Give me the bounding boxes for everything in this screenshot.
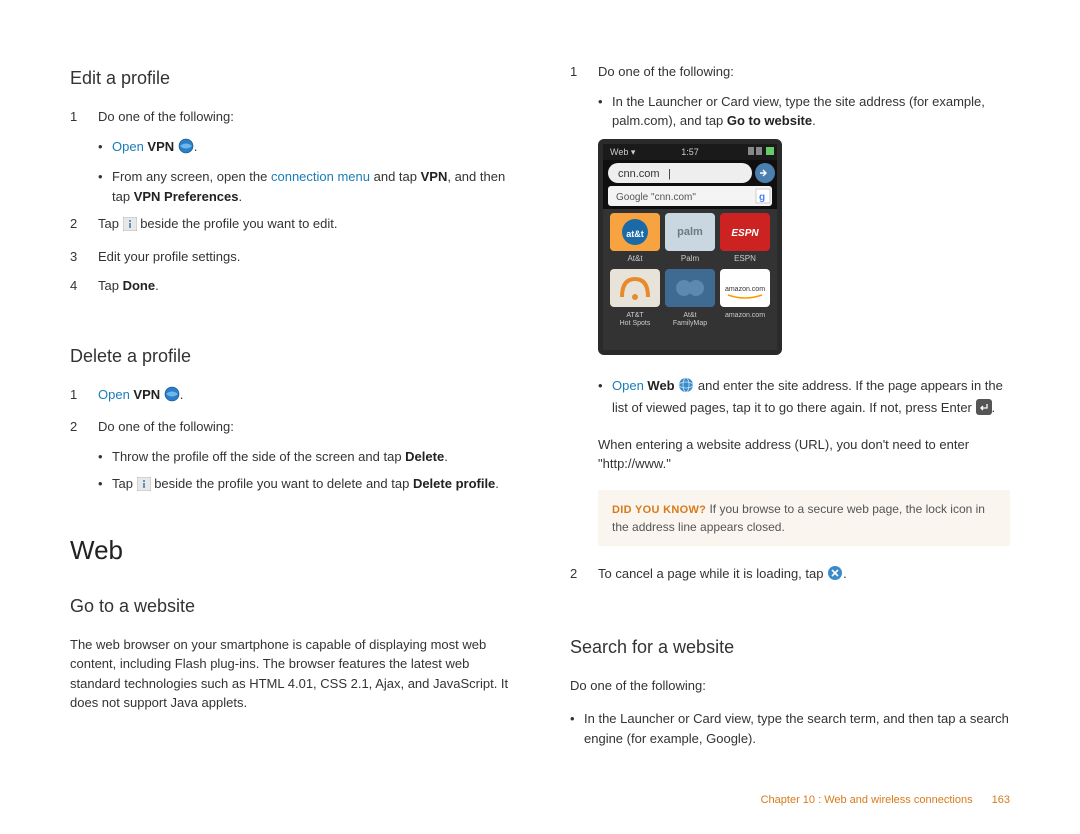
left-column: Edit a profile 1 Do one of the following…	[70, 62, 510, 756]
svg-text:Palm: Palm	[681, 254, 700, 263]
phone-screenshot: Web ▾ 1:57 cnn.com | Google "cnn.com" g	[598, 139, 1010, 358]
screenshot-address: cnn.com	[618, 168, 660, 180]
svg-text:FamilyMap: FamilyMap	[673, 320, 707, 327]
step-4: 4 Tap Done.	[70, 276, 510, 296]
bullet-open-vpn: • Open VPN .	[70, 137, 510, 160]
goto-intro-para: The web browser on your smartphone is ca…	[70, 635, 510, 713]
heading-web: Web	[70, 535, 510, 566]
did-you-know-callout: DID YOU KNOW? If you browse to a secure …	[598, 490, 1010, 547]
info-icon	[137, 477, 151, 497]
search-intro: Do one of the following:	[570, 676, 1010, 696]
svg-text:|: |	[668, 168, 671, 180]
web-globe-icon	[678, 377, 694, 399]
vpn-globe-icon	[178, 138, 194, 160]
footer-page-number: 163	[992, 794, 1010, 806]
delete-step-2: 2 Do one of the following:	[70, 417, 510, 437]
screenshot-time: 1:57	[681, 147, 699, 157]
svg-text:At&t: At&t	[683, 312, 696, 319]
vpn-globe-icon	[164, 386, 180, 408]
bullet-open-web: • Open Web and enter the site address. I…	[570, 376, 1010, 421]
screenshot-suggest: Google "cnn.com"	[616, 192, 696, 203]
svg-text:Google "cnn.com": Google "cnn.com"	[616, 192, 696, 203]
screenshot-header-label: Web ▾	[610, 147, 636, 157]
footer-chapter: Chapter 10 : Web and wireless connection…	[761, 794, 973, 806]
bullet-search-term: • In the Launcher or Card view, type the…	[570, 709, 1010, 748]
heading-delete-profile: Delete a profile	[70, 346, 510, 367]
stop-loading-icon	[827, 565, 843, 587]
svg-text:AT&T: AT&T	[626, 312, 644, 319]
url-tip-para: When entering a website address (URL), y…	[598, 435, 1010, 474]
bullet-connection-menu: • From any screen, open the connection m…	[70, 167, 510, 206]
right-column: 1 Do one of the following: • In the Laun…	[570, 62, 1010, 756]
svg-text:ESPN: ESPN	[734, 254, 756, 263]
bullet-throw-profile: • Throw the profile off the side of the …	[70, 447, 510, 467]
right-step-2: 2 To cancel a page while it is loading, …	[570, 564, 1010, 587]
step-3: 3 Edit your profile settings.	[70, 247, 510, 267]
svg-text:palm: palm	[677, 226, 703, 238]
info-icon	[123, 217, 137, 237]
svg-text:amazon.com: amazon.com	[725, 312, 765, 319]
heading-edit-profile: Edit a profile	[70, 68, 510, 89]
svg-text:g: g	[759, 192, 765, 203]
svg-text:At&t: At&t	[627, 254, 643, 263]
svg-text:Hot Spots: Hot Spots	[620, 320, 651, 327]
svg-text:ESPN: ESPN	[731, 228, 759, 239]
svg-text:at&t: at&t	[626, 229, 644, 239]
heading-goto-website: Go to a website	[70, 596, 510, 617]
bullet-tap-delete: • Tap beside the profile you want to del…	[70, 474, 510, 497]
right-step-1: 1 Do one of the following:	[570, 62, 1010, 82]
heading-search-website: Search for a website	[570, 637, 1010, 658]
svg-text:amazon.com: amazon.com	[725, 286, 765, 293]
delete-step-1: 1 Open VPN .	[70, 385, 510, 408]
page-footer: Chapter 10 : Web and wireless connection…	[761, 794, 1010, 806]
bullet-type-address: • In the Launcher or Card view, type the…	[570, 92, 1010, 131]
step-1: 1 Do one of the following:	[70, 107, 510, 127]
enter-key-icon	[976, 399, 992, 421]
step-2: 2 Tap beside the profile you want to edi…	[70, 214, 510, 237]
